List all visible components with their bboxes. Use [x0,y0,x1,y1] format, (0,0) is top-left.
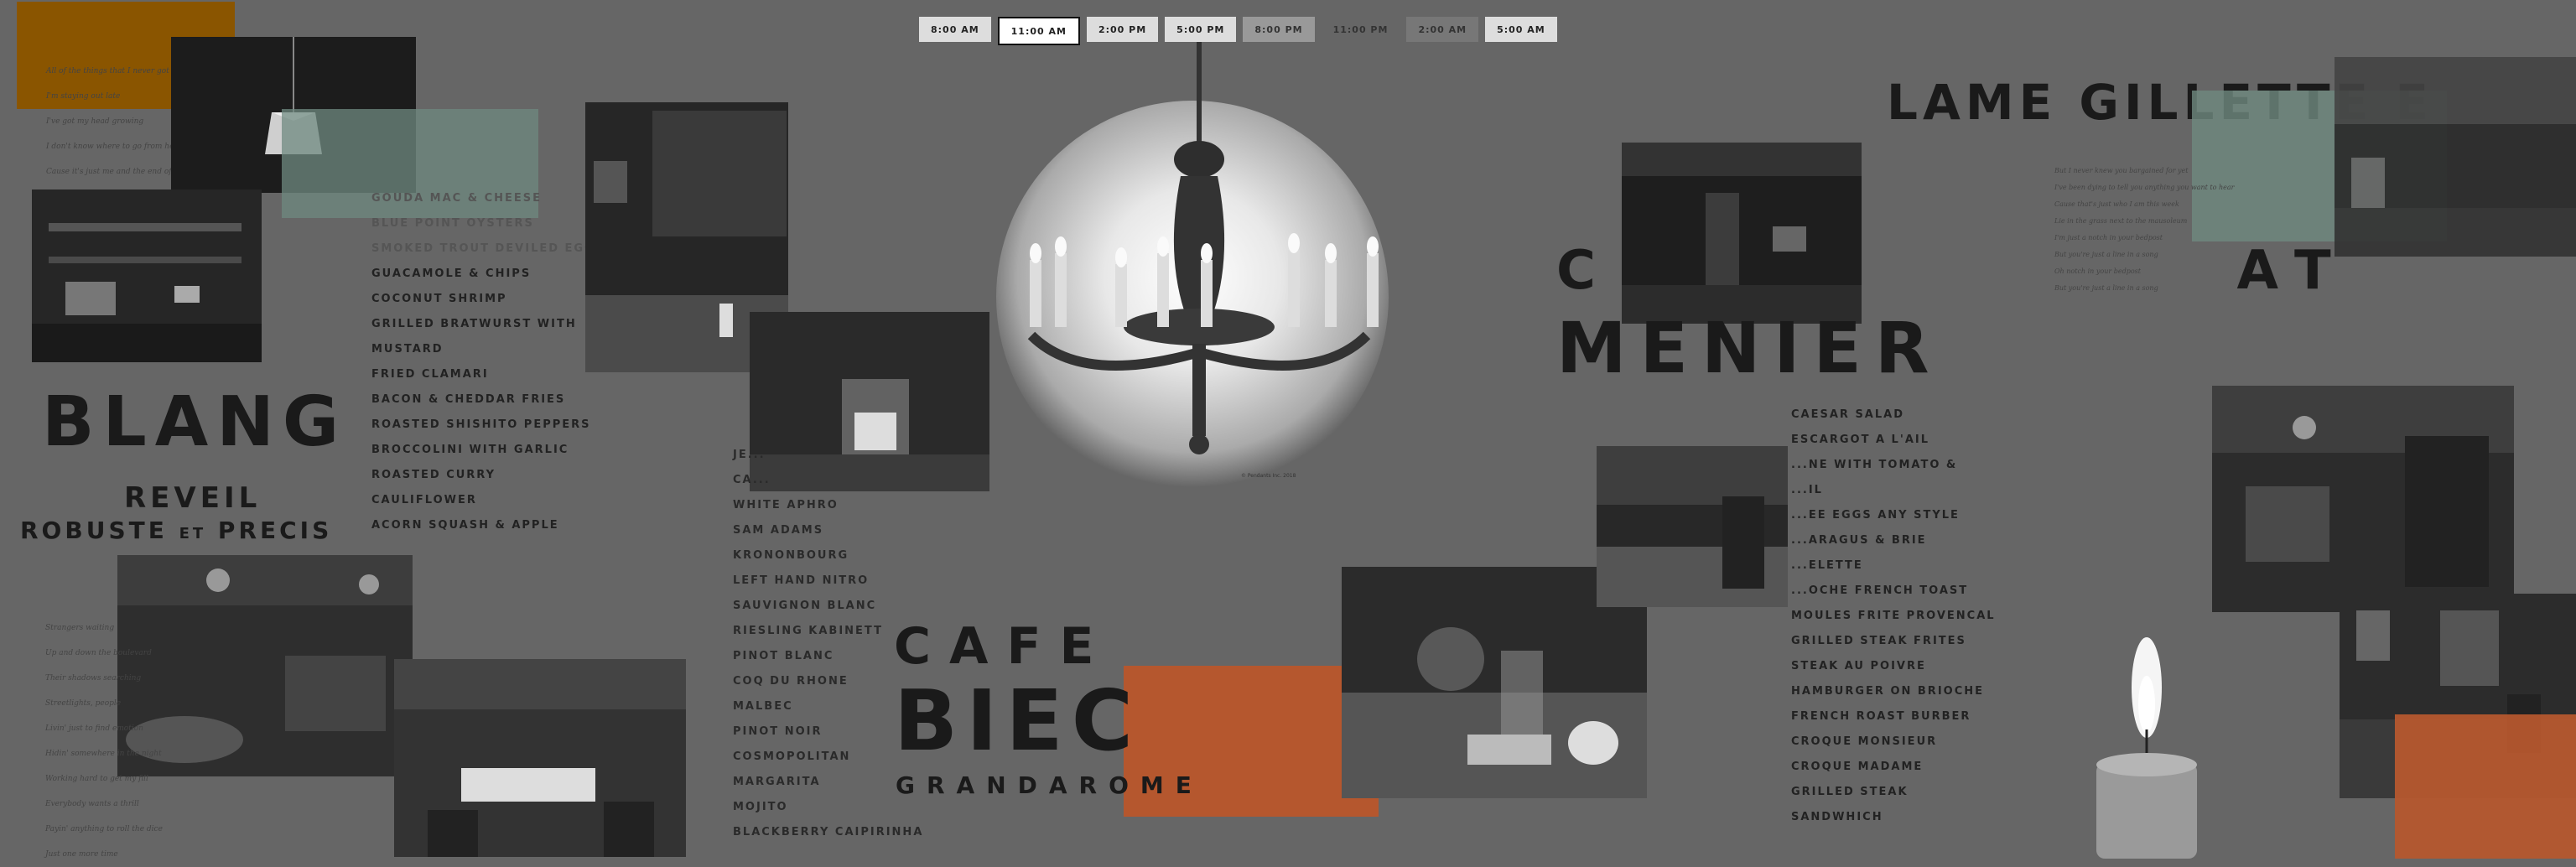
time-button-2pm[interactable]: 2:00 PM [1086,17,1159,42]
menu-item: MOULES FRITE PROVENCAL [1791,610,1996,622]
title-grandarome: GRANDAROME [896,771,1203,799]
menu-item: CAULIFLOWER [371,494,477,506]
time-button-5pm[interactable]: 5:00 PM [1165,17,1237,42]
poem-line: Oh notch in your bedpost [2054,267,2141,275]
menu-item: SANDWHICH [1791,811,1883,823]
right-dining-photo [2212,386,2514,612]
et-word: ET [179,525,207,543]
orange-block-right [2395,714,2576,859]
poem-line: I'm just a notch in your bedpost [2054,234,2163,241]
menu-item: ...OCHE FRENCH TOAST [1791,584,1969,597]
menu-item: CAESAR SALAD [1791,408,1905,421]
right-poem: But I never knew you bargained for yet I… [2054,163,2234,297]
menu-item: SAM ADAMS [733,524,824,537]
poem-line: Hidin' somewhere in the night [45,750,162,758]
menu-item: SAUVIGNON BLANC [733,600,877,612]
chandelier-caption: © Pendants Inc. 2018 [1241,473,1296,479]
menu-item: LEFT HAND NITRO [733,574,870,587]
robuste-word: ROBUSTE [20,517,168,544]
time-selector: 8:00 AM 11:00 AM 2:00 PM 5:00 PM 8:00 PM… [919,17,1557,45]
poem-line: But you're just a line in a song [2054,284,2158,292]
title-biec: BIEC [894,672,1142,770]
title-menier: MENIER [1556,307,1943,389]
menu-item: STEAK AU POIVRE [1791,660,1926,672]
chandelier-icon [1027,34,1379,454]
candle-photo [2088,604,2205,859]
menu-item: ...EE EGGS ANY STYLE [1791,509,1960,522]
ceiling-photo [2334,57,2576,257]
title-robuste: ROBUSTE ET PRECIS [20,517,332,544]
menu-item: GOUDA MAC & CHEESE [371,192,543,205]
menu-item: CROQUE MONSIEUR [1791,735,1938,748]
title-blang: BLANG [42,382,348,462]
bar-interior-photo [1597,446,1788,607]
time-button-5am[interactable]: 5:00 AM [1485,17,1557,42]
poem-line: I've been dying to tell you anything you… [2054,184,2235,191]
menu-item: ...NE WITH TOMATO & [1791,459,1958,471]
left-menu: GOUDA MAC & CHEESE BLUE POINT OYSTERS SM… [371,186,605,538]
candle-icon [2096,637,2197,859]
menu-item: BLUE POINT OYSTERS [371,217,534,230]
tables-photo [394,659,686,857]
time-button-11am[interactable]: 11:00 AM [997,17,1080,45]
menu-item: BLACKBERRY CAIPIRINHA [733,826,924,838]
menu-item: BACON & CHEDDAR FRIES [371,393,566,406]
poem-line: But you're just a line in a song [2054,251,2158,258]
time-button-2am[interactable]: 2:00 AM [1406,17,1479,42]
time-button-8pm[interactable]: 8:00 PM [1243,17,1315,42]
menu-item: ...IL [1791,484,1823,496]
right-menu: CAESAR SALAD ESCARGOT A L'AIL ...NE WITH… [1791,402,1996,830]
menu-item: BROCCOLINI WITH GARLIC [371,444,569,456]
menu-item: GRILLED STEAK [1791,786,1909,798]
menu-item: CROQUE MADAME [1791,761,1924,773]
menu-item: ACORN SQUASH & APPLE [371,519,559,532]
poem-line: Everybody wants a thrill [45,800,139,808]
poem-line: But I never knew you bargained for yet [2054,167,2189,174]
menu-item: ROASTED SHISHITO PEPPERS [371,418,591,431]
menu-item: CA... [733,474,771,486]
menu-item: FRIED CLAMARI [371,368,489,381]
poem-line: Working hard to get my fill [45,775,148,783]
menu-item: MUSTARD [371,343,444,356]
menu-item: ESCARGOT A L'AIL [1791,434,1930,446]
poem-line: Their shadows searching [45,674,142,683]
menu-item: ...ARAGUS & BRIE [1791,534,1927,547]
bottom-left-poem: Strangers waiting Up and down the boulev… [45,615,163,867]
menu-item: KRONONBOURG [733,549,849,562]
poem-line: Just one more time [45,850,118,859]
precis-word: PRECIS [217,517,333,544]
bar-photo [32,189,262,362]
menu-item: GRILLED STEAK FRITES [1791,635,1966,647]
menu-item: WHITE APHRO [733,499,839,511]
poem-line: Streetlights, people [45,699,122,708]
menu-item: GUACAMOLE & CHIPS [371,267,532,280]
poem-line: Livin' just to find emotion [45,724,143,733]
menu-item: ROASTED CURRY [371,469,496,481]
menu-item: HAMBURGER ON BRIOCHE [1791,685,1985,698]
time-button-8am[interactable]: 8:00 AM [919,17,991,42]
title-reveil: REVEIL [124,481,262,515]
menu-item: FRENCH ROAST BURBER [1791,710,1971,723]
poem-line: Cause that's just who I am this week [2054,200,2179,208]
poem-line: Payin' anything to roll the dice [45,825,163,833]
menu-item: GRILLED BRATWURST WITH [371,318,577,330]
menu-item: JE... [733,449,766,461]
menu-item: SMOKED TROUT DEVILED EGGS [371,242,605,255]
menu-item: COCONUT SHRIMP [371,293,507,305]
time-button-11pm[interactable]: 11:00 PM [1322,17,1400,42]
poem-line: Strangers waiting [45,624,115,632]
title-cafe: CAFE [894,617,1113,676]
poem-line: Up and down the boulevard [45,649,152,657]
poem-line: Lie in the grass next to the mausoleum [2054,217,2188,225]
menu-item: ...ELETTE [1791,559,1863,572]
